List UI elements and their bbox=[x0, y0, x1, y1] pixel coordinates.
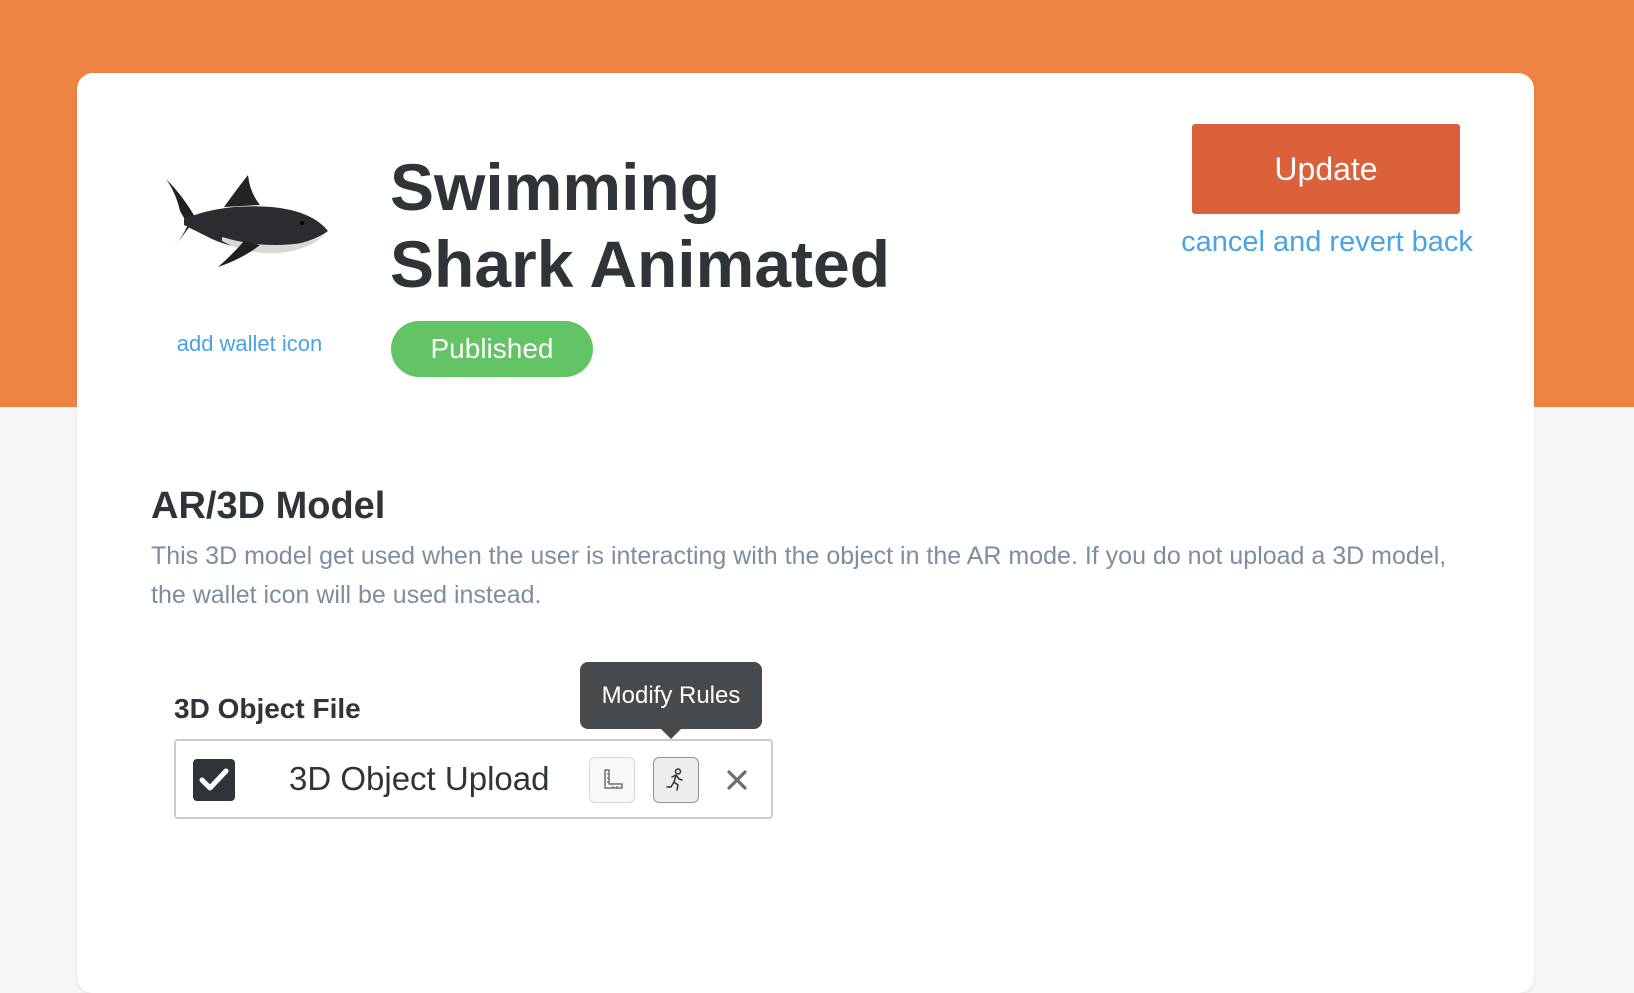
file-checkbox[interactable] bbox=[193, 759, 235, 801]
page-title: Swimming Shark Animated bbox=[390, 149, 890, 303]
tooltip-arrow bbox=[660, 728, 682, 739]
title-line-1: Swimming bbox=[390, 150, 721, 224]
tooltip: Modify Rules bbox=[580, 662, 762, 729]
ruler-icon bbox=[604, 769, 623, 789]
close-icon bbox=[727, 770, 747, 790]
remove-file-button[interactable] bbox=[716, 759, 758, 801]
title-line-2: Shark Animated bbox=[390, 227, 891, 301]
cancel-revert-link[interactable]: cancel and revert back bbox=[1167, 226, 1487, 259]
status-badge: Published bbox=[391, 321, 593, 377]
ruler-button[interactable] bbox=[589, 757, 635, 803]
checkmark-icon bbox=[199, 768, 229, 791]
file-upload-row: 3D Object Upload bbox=[174, 739, 773, 819]
add-wallet-icon-link[interactable]: add wallet icon bbox=[167, 331, 332, 357]
section-title: AR/3D Model bbox=[151, 485, 386, 527]
file-field-label: 3D Object File bbox=[174, 693, 361, 724]
shark-thumbnail bbox=[162, 163, 332, 283]
file-name: 3D Object Upload bbox=[289, 760, 550, 797]
modify-rules-button[interactable] bbox=[653, 757, 699, 803]
asset-card: add wallet icon Swimming Shark Animated … bbox=[77, 73, 1534, 993]
update-button[interactable]: Update bbox=[1192, 124, 1460, 214]
person-running-icon bbox=[666, 768, 683, 791]
section-description: This 3D model get used when the user is … bbox=[151, 542, 1447, 609]
